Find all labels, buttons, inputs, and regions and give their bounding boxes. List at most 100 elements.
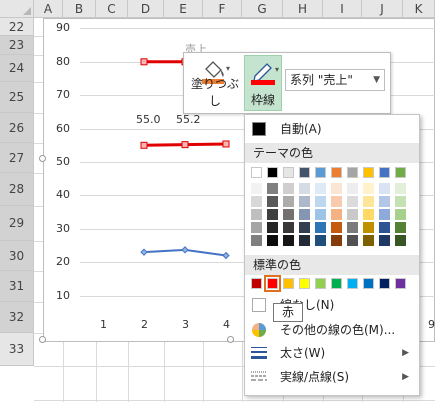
theme-shade-swatch[interactable]	[251, 196, 262, 207]
theme-shade-swatch[interactable]	[315, 209, 326, 220]
theme-shade-swatch[interactable]	[251, 235, 262, 246]
theme-shade-swatch[interactable]	[299, 222, 310, 233]
column-header-g[interactable]: G	[242, 0, 283, 18]
theme-shade-swatch[interactable]	[331, 235, 342, 246]
theme-shade-swatch[interactable]	[363, 209, 374, 220]
column-header-b[interactable]: B	[63, 0, 96, 18]
theme-color-swatch[interactable]	[331, 167, 342, 178]
row-header-31[interactable]: 31	[0, 271, 34, 302]
column-header-h[interactable]: H	[283, 0, 323, 18]
theme-color-swatch[interactable]	[267, 167, 278, 178]
theme-shade-swatch[interactable]	[283, 196, 294, 207]
theme-shade-swatch[interactable]	[283, 235, 294, 246]
column-header-e[interactable]: E	[164, 0, 203, 18]
column-header-d[interactable]: D	[128, 0, 164, 18]
theme-shade-swatch[interactable]	[267, 183, 278, 194]
theme-shade-swatch[interactable]	[315, 222, 326, 233]
theme-shade-swatch[interactable]	[347, 222, 358, 233]
theme-shade-swatch[interactable]	[251, 222, 262, 233]
row-header-32[interactable]: 32	[0, 302, 34, 333]
standard-color-swatch[interactable]	[395, 278, 406, 289]
theme-shade-swatch[interactable]	[315, 183, 326, 194]
theme-shade-swatch[interactable]	[299, 183, 310, 194]
theme-shade-swatch[interactable]	[395, 209, 406, 220]
chart-resize-handle-left[interactable]	[39, 155, 46, 162]
dashes-item[interactable]: 実線/点線(S) ▶	[245, 367, 419, 387]
row-header-22[interactable]: 22	[0, 18, 34, 36]
standard-color-swatch[interactable]	[347, 278, 358, 289]
theme-shade-swatch[interactable]	[363, 235, 374, 246]
row-header-27[interactable]: 27	[0, 143, 34, 173]
theme-shade-swatch[interactable]	[347, 235, 358, 246]
theme-shade-swatch[interactable]	[379, 209, 390, 220]
theme-color-swatch[interactable]	[299, 167, 310, 178]
chart-resize-handle-bottom[interactable]	[227, 336, 234, 343]
more-colors-item[interactable]: その他の線の色(M)...	[245, 320, 419, 340]
theme-shade-swatch[interactable]	[299, 196, 310, 207]
theme-color-swatch[interactable]	[395, 167, 406, 178]
theme-shade-swatch[interactable]	[379, 196, 390, 207]
theme-shade-swatch[interactable]	[267, 196, 278, 207]
automatic-color-item[interactable]: 自動(A)	[245, 119, 419, 139]
theme-shade-swatch[interactable]	[315, 235, 326, 246]
column-header-i[interactable]: I	[323, 0, 362, 18]
theme-color-swatch[interactable]	[315, 167, 326, 178]
theme-shade-swatch[interactable]	[347, 183, 358, 194]
series-select[interactable]: 系列 "売上" ▼	[285, 69, 385, 91]
theme-shade-swatch[interactable]	[363, 183, 374, 194]
theme-shade-swatch[interactable]	[347, 209, 358, 220]
theme-shade-swatch[interactable]	[283, 183, 294, 194]
row-header-26[interactable]: 26	[0, 113, 34, 143]
theme-color-swatch[interactable]	[379, 167, 390, 178]
theme-shade-swatch[interactable]	[267, 235, 278, 246]
chart-resize-handle-bottom-left[interactable]	[39, 336, 46, 343]
theme-shade-swatch[interactable]	[331, 196, 342, 207]
theme-shade-swatch[interactable]	[395, 222, 406, 233]
standard-color-swatch[interactable]	[363, 278, 374, 289]
theme-shade-swatch[interactable]	[331, 183, 342, 194]
theme-shade-swatch[interactable]	[267, 209, 278, 220]
fill-button[interactable]: ▾ 塗りつぶし	[188, 55, 242, 111]
theme-shade-swatch[interactable]	[363, 196, 374, 207]
column-header-a[interactable]: A	[34, 0, 63, 18]
weight-item[interactable]: 太さ(W) ▶	[245, 343, 419, 363]
theme-shade-swatch[interactable]	[283, 222, 294, 233]
theme-shade-swatch[interactable]	[395, 196, 406, 207]
standard-color-swatch[interactable]	[251, 278, 262, 289]
theme-shade-swatch[interactable]	[267, 222, 278, 233]
row-header-28[interactable]: 28	[0, 173, 34, 206]
theme-shade-swatch[interactable]	[251, 209, 262, 220]
theme-color-swatch[interactable]	[283, 167, 294, 178]
theme-color-swatch[interactable]	[347, 167, 358, 178]
column-header-j[interactable]: J	[362, 0, 403, 18]
theme-shade-swatch[interactable]	[347, 196, 358, 207]
theme-shade-swatch[interactable]	[395, 235, 406, 246]
theme-shade-swatch[interactable]	[299, 235, 310, 246]
column-header-k[interactable]: K	[403, 0, 435, 18]
standard-color-swatch[interactable]	[283, 278, 294, 289]
theme-shade-swatch[interactable]	[315, 196, 326, 207]
row-header-33[interactable]: 33	[0, 333, 34, 366]
row-header-30[interactable]: 30	[0, 241, 34, 271]
row-header-29[interactable]: 29	[0, 206, 34, 241]
theme-shade-swatch[interactable]	[283, 209, 294, 220]
standard-color-swatch[interactable]	[315, 278, 326, 289]
theme-shade-swatch[interactable]	[299, 209, 310, 220]
standard-color-swatch[interactable]	[264, 275, 281, 292]
theme-shade-swatch[interactable]	[379, 183, 390, 194]
standard-color-swatch[interactable]	[379, 278, 390, 289]
theme-shade-swatch[interactable]	[363, 222, 374, 233]
theme-shade-swatch[interactable]	[331, 209, 342, 220]
standard-color-swatch[interactable]	[331, 278, 342, 289]
standard-color-swatch[interactable]	[299, 278, 310, 289]
theme-shade-swatch[interactable]	[379, 222, 390, 233]
column-header-c[interactable]: C	[96, 0, 128, 18]
no-line-item[interactable]: 線なし(N)	[245, 295, 419, 315]
row-header-23[interactable]: 23	[0, 36, 34, 55]
outline-button[interactable]: ▾ 枠線	[244, 55, 282, 111]
select-all-corner[interactable]	[0, 0, 34, 18]
theme-color-swatch[interactable]	[363, 167, 374, 178]
column-header-f[interactable]: F	[203, 0, 242, 18]
theme-shade-swatch[interactable]	[395, 183, 406, 194]
theme-shade-swatch[interactable]	[331, 222, 342, 233]
